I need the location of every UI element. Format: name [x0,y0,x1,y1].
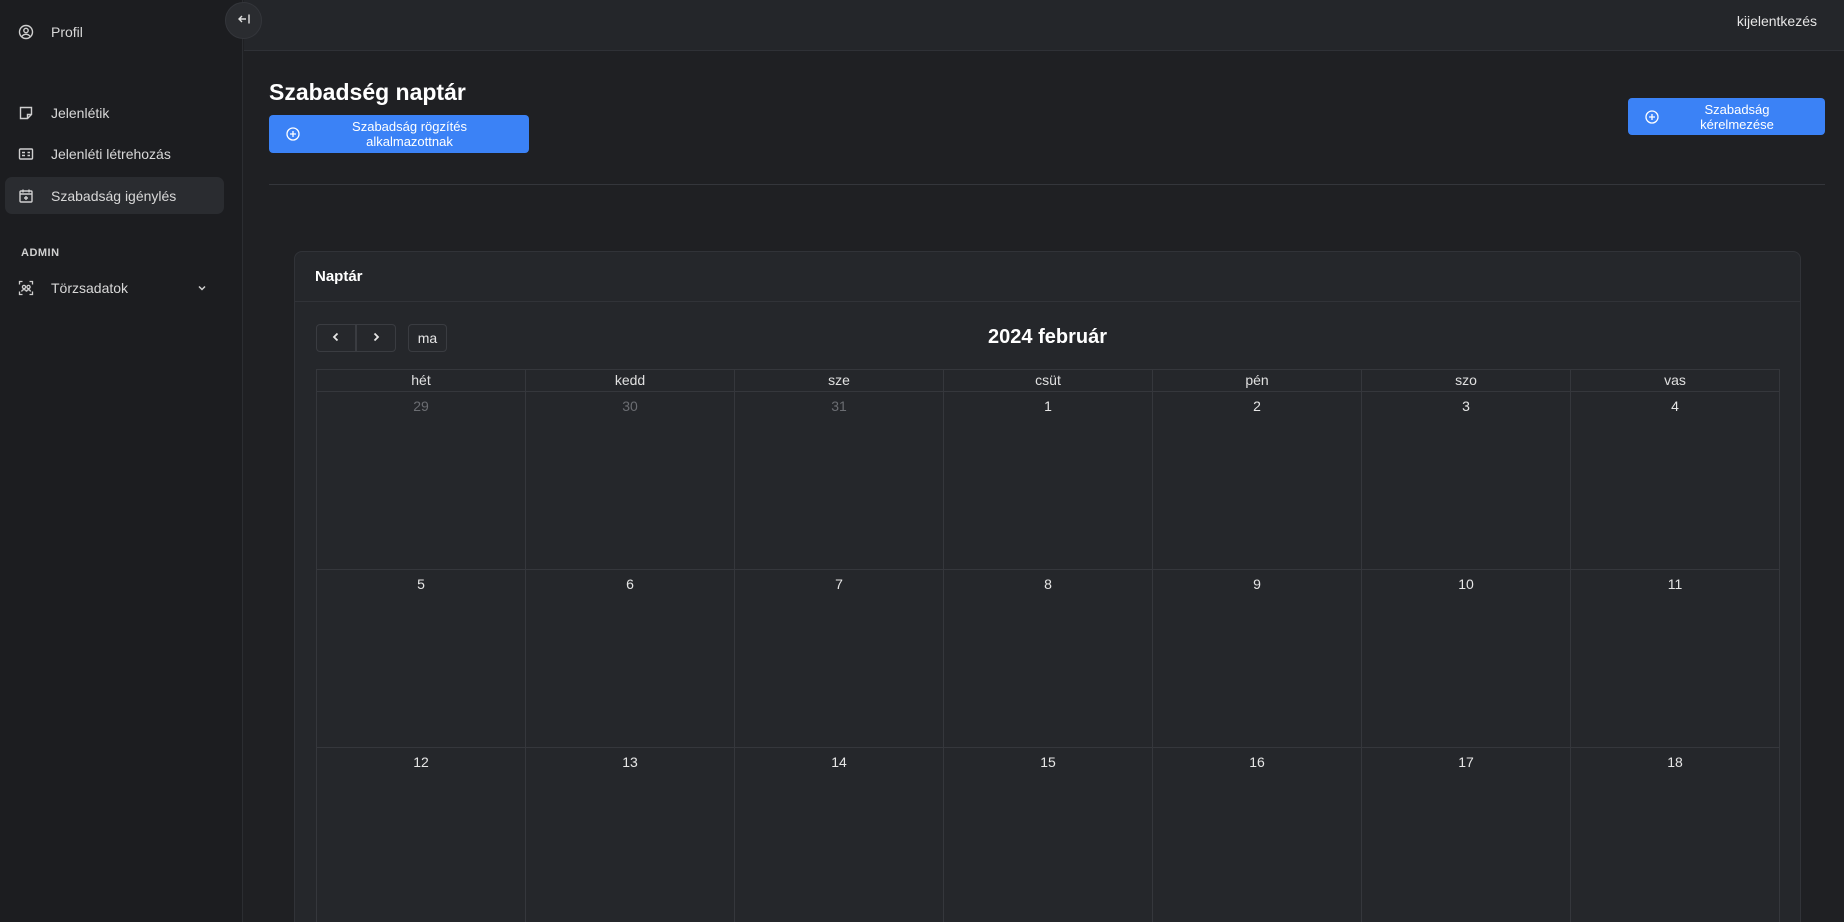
topbar: kijelentkezés [244,0,1844,51]
button-label: Szabadság rögzítés alkalmazottnak [352,119,467,149]
weekday-header: sze [735,370,944,392]
week-row: 12 13 14 15 16 17 18 [317,748,1780,922]
day-cell[interactable]: 13 [526,748,735,922]
weekday-header: csüt [944,370,1153,392]
day-cell[interactable]: 6 [526,570,735,748]
plus-circle-icon [286,127,300,141]
sidebar-item-profil[interactable]: Profil [5,13,224,50]
collapse-sidebar-button[interactable] [225,2,262,39]
sidebar-item-jelenleti-letrehozas[interactable]: Jelenléti létrehozás [5,135,224,172]
sidebar-item-label: Profil [51,23,83,40]
day-cell[interactable]: 10 [1362,570,1571,748]
day-cell[interactable]: 30 [526,392,735,570]
day-cell[interactable]: 5 [317,570,526,748]
weekday-header-row: hét kedd sze csüt pén szo vas [317,370,1780,392]
sidebar-item-label: Törzsadatok [51,279,129,296]
weekday-header: hét [317,370,526,392]
day-cell[interactable]: 8 [944,570,1153,748]
sidebar: Profil Jelenlétik Jelenléti létrehozás S… [0,0,243,922]
calendar-card: Naptár ma 2024 február hét kedd sze csüt… [294,251,1801,922]
card-title: Naptár [295,252,1800,302]
weekday-header: kedd [526,370,735,392]
record-leave-for-employee-button[interactable]: Szabadság rögzítés alkalmazottnak [269,115,529,153]
calendar-grid: hét kedd sze csüt pén szo vas 29 30 31 1… [316,369,1780,922]
day-cell[interactable]: 15 [944,748,1153,922]
day-cell[interactable]: 2 [1153,392,1362,570]
sidebar-item-torzsadatok[interactable]: Törzsadatok [5,269,224,306]
week-row: 5 6 7 8 9 10 11 [317,570,1780,748]
day-cell[interactable]: 1 [944,392,1153,570]
day-cell[interactable]: 16 [1153,748,1362,922]
id-card-icon [18,146,34,162]
day-cell[interactable]: 3 [1362,392,1571,570]
day-cell[interactable]: 18 [1571,748,1780,922]
sidebar-item-label: Szabadság igénylés [51,187,177,204]
divider [269,184,1825,185]
day-cell[interactable]: 29 [317,392,526,570]
weekday-header: vas [1571,370,1780,392]
calendar-plus-icon [18,188,34,204]
day-cell[interactable]: 9 [1153,570,1362,748]
logout-link[interactable]: kijelentkezés [1737,13,1817,29]
request-leave-button[interactable]: Szabadság kérelmezése [1628,98,1825,135]
sticky-note-icon [18,105,34,121]
weekday-header: szo [1362,370,1571,392]
week-row: 29 30 31 1 2 3 4 [317,392,1780,570]
day-cell[interactable]: 17 [1362,748,1571,922]
weekday-header: pén [1153,370,1362,392]
sidebar-item-label: Jelenlétik [51,104,110,121]
user-circle-icon [18,24,34,40]
day-cell[interactable]: 4 [1571,392,1780,570]
chevron-down-icon [196,281,208,293]
day-cell[interactable]: 7 [735,570,944,748]
day-cell[interactable]: 12 [317,748,526,922]
month-title: 2024 február [988,326,1107,348]
day-cell[interactable]: 14 [735,748,944,922]
users-frame-icon [18,280,34,296]
plus-circle-icon [1645,109,1659,124]
day-cell[interactable]: 11 [1571,570,1780,748]
collapse-arrow-icon [237,12,251,30]
sidebar-item-label: Jelenléti létrehozás [51,145,171,162]
button-label: Szabadság kérelmezése [1700,101,1774,132]
page-title: Szabadség naptár [269,79,466,105]
sidebar-item-jelenletik[interactable]: Jelenlétik [5,94,224,131]
admin-section-label: ADMIN [21,247,60,259]
day-cell[interactable]: 31 [735,392,944,570]
sidebar-item-szabadsag-igenyles[interactable]: Szabadság igénylés [5,177,224,214]
